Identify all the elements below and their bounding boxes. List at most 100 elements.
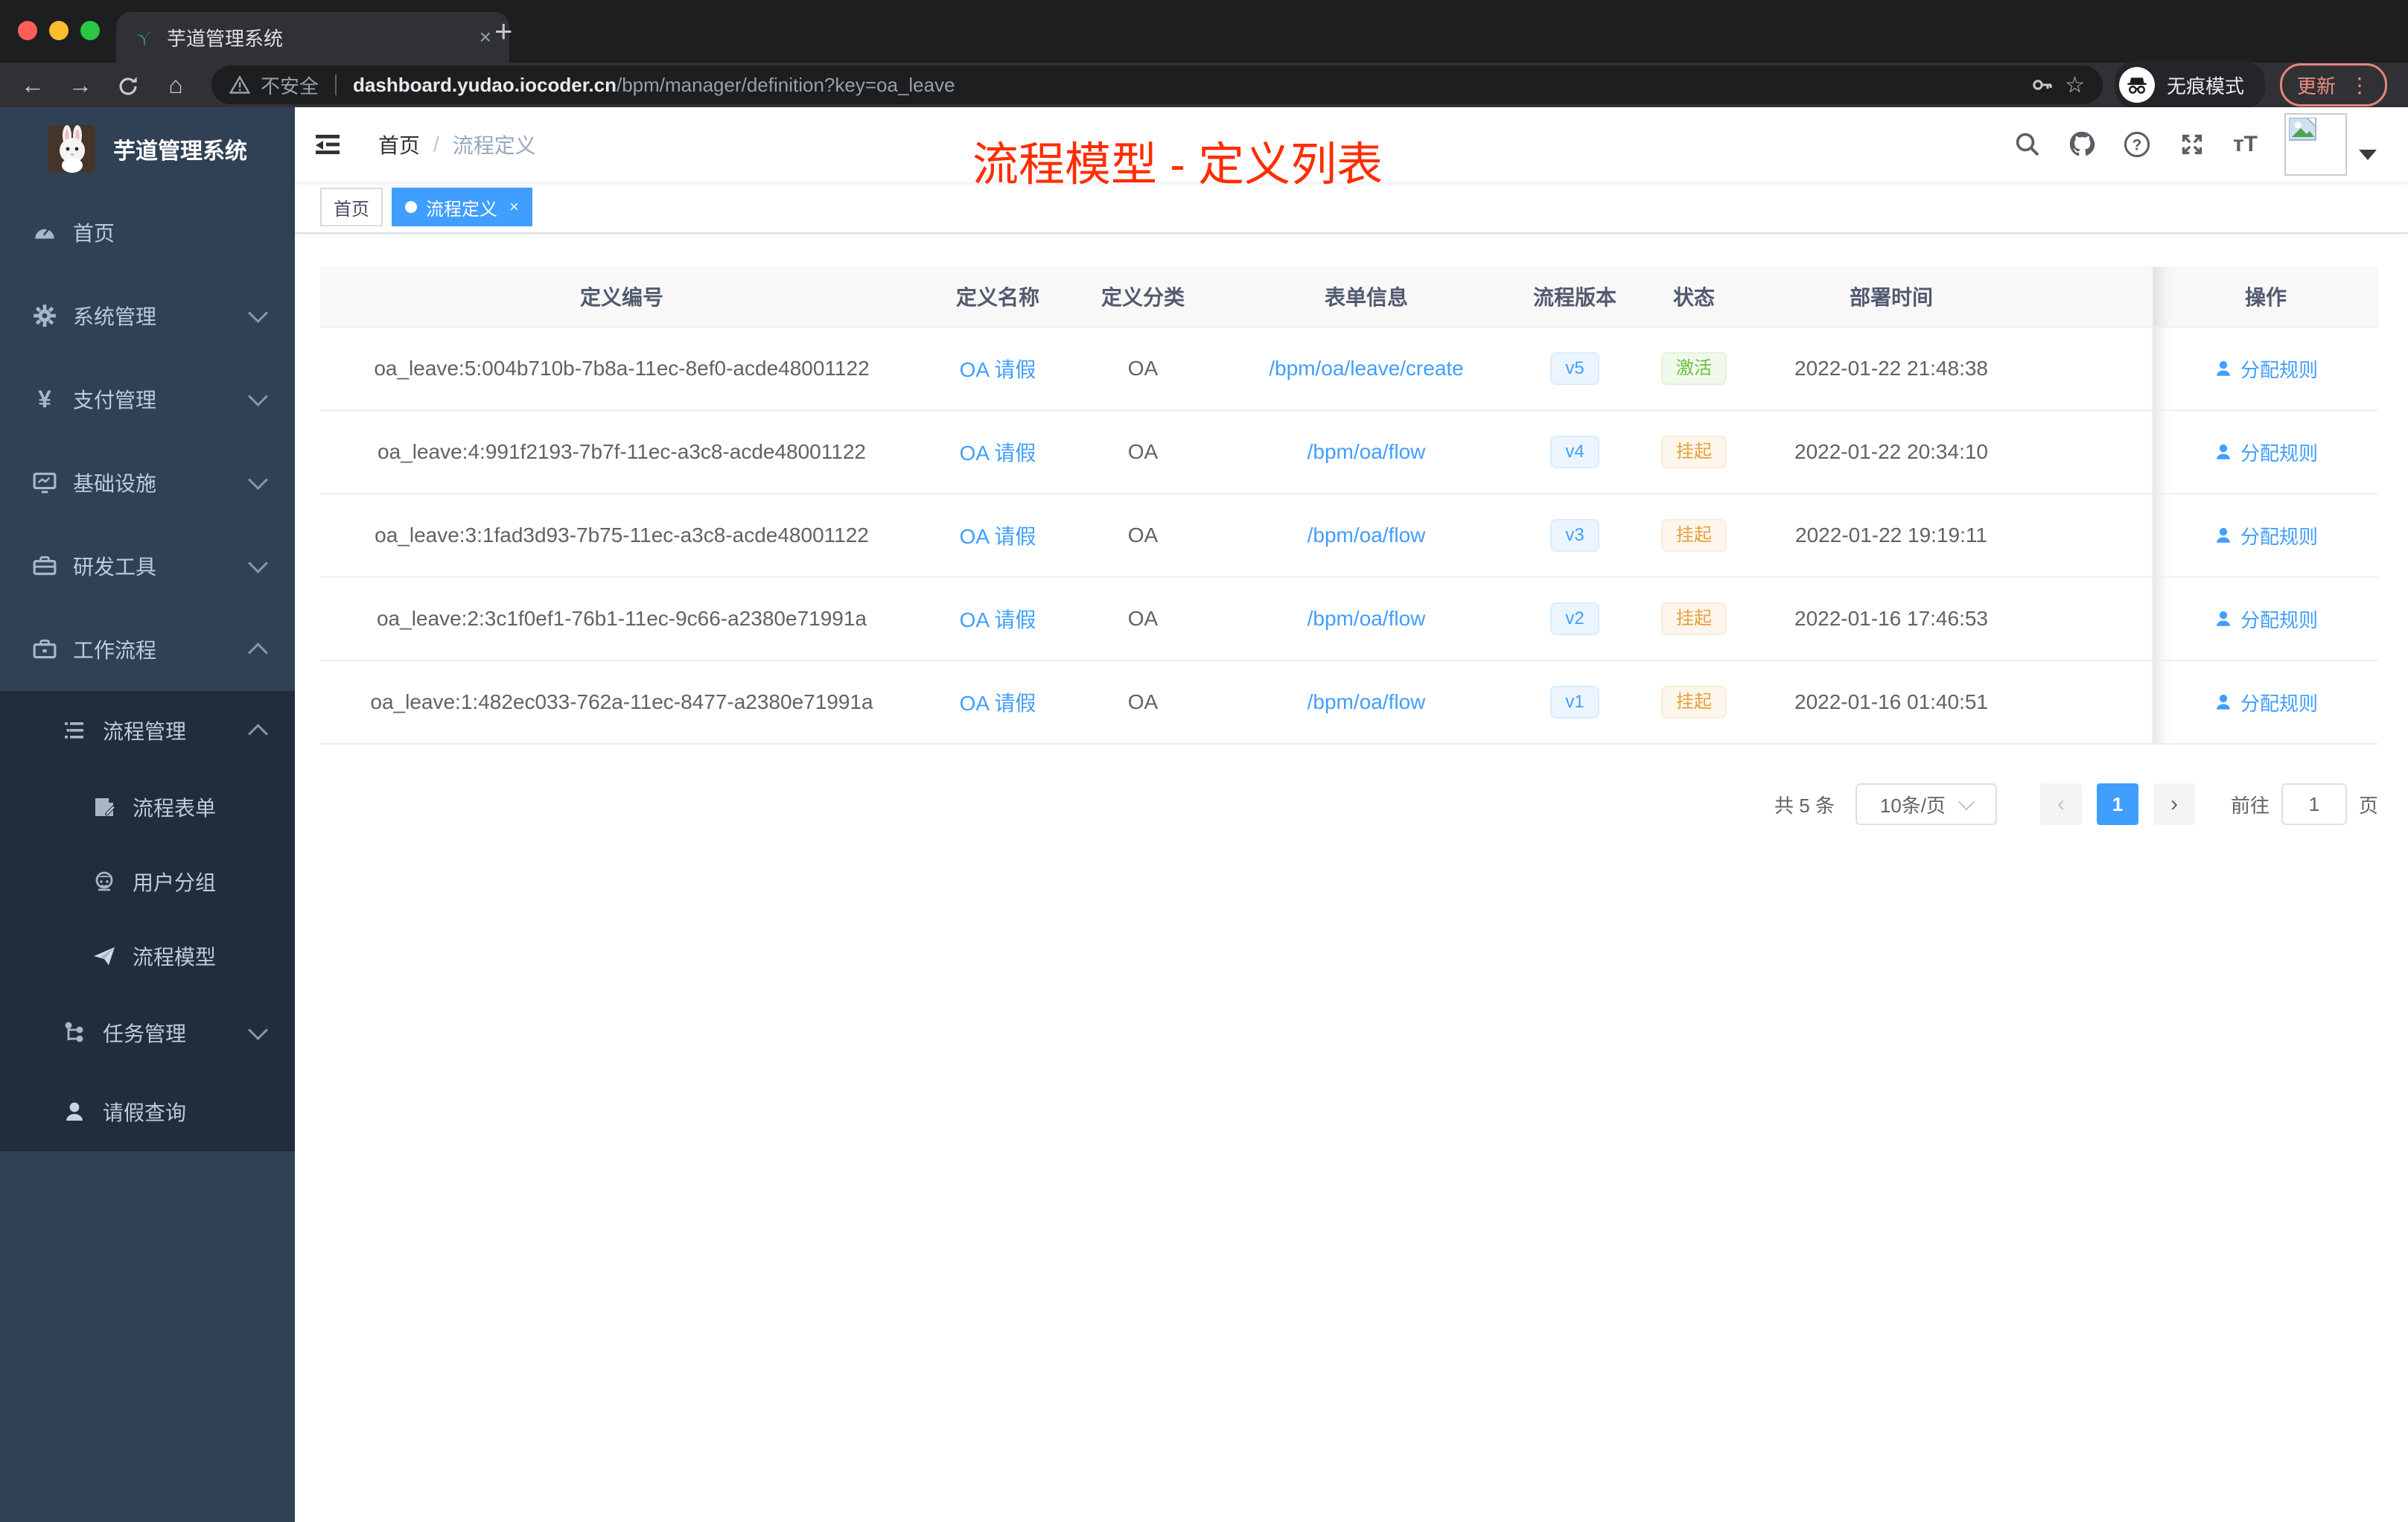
- tag-home[interactable]: 首页: [320, 188, 383, 226]
- assign-rule-label: 分配规则: [2240, 608, 2318, 631]
- sidebar-item-process-management[interactable]: 流程管理: [0, 691, 295, 770]
- sidebar-item-label: 支付管理: [73, 389, 157, 412]
- sidebar-item-user-group[interactable]: 用户分组: [0, 844, 295, 919]
- avatar[interactable]: [2284, 113, 2347, 176]
- close-window-button[interactable]: [18, 21, 37, 40]
- toolbox-icon: [31, 553, 58, 579]
- url-text: dashboard.yudao.iocoder.cn/bpm/manager/d…: [353, 74, 2020, 97]
- cell-filler: [2025, 328, 2152, 410]
- sidebar-item-task-management[interactable]: 任务管理: [0, 993, 295, 1072]
- definition-name-link[interactable]: OA 请假: [960, 520, 1036, 550]
- github-icon[interactable]: [2068, 130, 2096, 159]
- main-area: 首页 / 流程定义 流程模型 - 定义列表 ? ᴛT 首页 流程定义 × 定义编…: [295, 107, 2408, 1522]
- tab-close-icon[interactable]: ×: [480, 25, 491, 49]
- prev-page-button[interactable]: ‹: [2039, 783, 2082, 825]
- assign-rule-button[interactable]: 分配规则: [2214, 689, 2318, 716]
- page-number-button[interactable]: 1: [2096, 783, 2138, 825]
- key-icon[interactable]: [2030, 73, 2054, 97]
- version-badge: v1: [1550, 686, 1599, 719]
- navbar-actions: ? ᴛT: [1987, 107, 2377, 182]
- browser-update-button[interactable]: 更新 ⋮: [2279, 63, 2387, 106]
- maximize-window-button[interactable]: [80, 21, 100, 40]
- assign-rule-button[interactable]: 分配规则: [2214, 439, 2318, 466]
- cell-deploy-time: 2022-01-16 17:46:53: [1794, 607, 1988, 630]
- tag-process-definition[interactable]: 流程定义 ×: [392, 188, 532, 226]
- definition-table: 定义编号 定义名称 定义分类 表单信息 流程版本 状态 部署时间 操作 oa_l…: [320, 267, 2378, 745]
- form-link[interactable]: /bpm/oa/flow: [1307, 607, 1426, 631]
- hamburger-icon[interactable]: [295, 130, 354, 159]
- sidebar-logo[interactable]: 芋道管理系统: [0, 107, 295, 191]
- new-tab-button[interactable]: +: [494, 12, 513, 51]
- search-icon[interactable]: [2014, 131, 2041, 158]
- app-frame: 芋道管理系统 首页 系统管理 ¥ 支付管理 基础设施 研发工具 工作流程 流程管…: [0, 107, 2408, 1522]
- sidebar-item-infrastructure[interactable]: 基础设施: [0, 441, 295, 524]
- cell-definition-id: oa_leave:4:991f2193-7b7f-11ec-a3c8-acde4…: [378, 440, 866, 463]
- sidebar-item-payment[interactable]: ¥ 支付管理: [0, 357, 295, 441]
- not-secure-warning-icon: [229, 75, 250, 95]
- avatar-caret-icon[interactable]: [2359, 150, 2377, 160]
- paper-plane-icon: [91, 944, 118, 968]
- definition-name-link[interactable]: OA 请假: [960, 604, 1036, 634]
- cell-definition-id: oa_leave:3:1fad3d93-7b75-11ec-a3c8-acde4…: [375, 523, 869, 547]
- back-icon[interactable]: ←: [9, 63, 57, 107]
- table-row: oa_leave:1:482ec033-762a-11ec-8477-a2380…: [320, 661, 2378, 745]
- goto-page: 前往 页: [2231, 783, 2378, 825]
- browser-tab[interactable]: 芋道管理系统 ×: [116, 12, 509, 63]
- assign-rule-button[interactable]: 分配规则: [2214, 522, 2318, 550]
- page-content: 定义编号 定义名称 定义分类 表单信息 流程版本 状态 部署时间 操作 oa_l…: [295, 234, 2408, 825]
- sidebar-item-process-model[interactable]: 流程模型: [0, 919, 295, 993]
- status-badge: 挂起: [1661, 519, 1727, 552]
- version-badge: v2: [1550, 602, 1599, 635]
- definition-name-link[interactable]: OA 请假: [960, 687, 1036, 717]
- breadcrumb-home[interactable]: 首页: [378, 130, 420, 159]
- sidebar-item-label: 流程模型: [133, 946, 217, 969]
- tag-label: 首页: [334, 199, 369, 220]
- home-icon[interactable]: ⌂: [152, 63, 200, 107]
- browser-menu-dots-icon[interactable]: ⋮: [2349, 73, 2370, 98]
- page-size-select[interactable]: 10条/页: [1855, 783, 1997, 825]
- goto-page-input[interactable]: [2281, 783, 2347, 825]
- minimize-window-button[interactable]: [49, 21, 69, 40]
- cell-category: OA: [1127, 523, 1159, 547]
- table-header-row: 定义编号 定义名称 定义分类 表单信息 流程版本 状态 部署时间 操作: [320, 267, 2378, 328]
- help-question-icon[interactable]: ?: [2123, 130, 2151, 159]
- form-link[interactable]: /bpm/oa/leave/create: [1269, 357, 1464, 380]
- page-annotation-title: 流程模型 - 定义列表: [972, 139, 1383, 191]
- form-link[interactable]: /bpm/oa/flow: [1307, 523, 1426, 547]
- font-size-icon[interactable]: ᴛT: [2233, 132, 2258, 157]
- col-header-version: 流程版本: [1532, 286, 1617, 309]
- reload-icon[interactable]: [104, 63, 152, 107]
- form-edit-icon: [91, 795, 118, 819]
- table-row: oa_leave:2:3c1f0ef1-76b1-11ec-9c66-a2380…: [320, 578, 2378, 661]
- sidebar-item-process-form[interactable]: 流程表单: [0, 770, 295, 844]
- sidebar-item-devtools[interactable]: 研发工具: [0, 524, 295, 608]
- pagination: 共 5 条 10条/页 ‹ 1 › 前往 页: [320, 783, 2378, 825]
- col-header-action: 操作: [2152, 267, 2378, 326]
- bookmark-star-icon[interactable]: ☆: [2065, 72, 2085, 98]
- svg-text:?: ?: [2133, 137, 2142, 154]
- cell-definition-id: oa_leave:2:3c1f0ef1-76b1-11ec-9c66-a2380…: [376, 607, 867, 630]
- security-label: 不安全: [261, 74, 319, 98]
- sidebar-item-label: 首页: [73, 222, 115, 245]
- sidebar-item-home[interactable]: 首页: [0, 191, 295, 274]
- next-page-button[interactable]: ›: [2153, 783, 2195, 825]
- form-link[interactable]: /bpm/oa/flow: [1307, 690, 1426, 714]
- definition-name-link[interactable]: OA 请假: [960, 437, 1036, 467]
- sidebar-item-label: 任务管理: [103, 1022, 187, 1045]
- cell-category: OA: [1127, 357, 1159, 380]
- form-link[interactable]: /bpm/oa/flow: [1307, 440, 1426, 464]
- forward-icon[interactable]: →: [57, 63, 104, 107]
- fullscreen-icon[interactable]: [2178, 130, 2206, 159]
- assign-rule-button[interactable]: 分配规则: [2214, 605, 2318, 633]
- tag-close-icon[interactable]: ×: [509, 197, 519, 217]
- assign-rule-button[interactable]: 分配规则: [2214, 355, 2318, 383]
- sidebar-item-system[interactable]: 系统管理: [0, 274, 295, 357]
- status-badge: 挂起: [1661, 686, 1727, 719]
- definition-name-link[interactable]: OA 请假: [960, 354, 1036, 383]
- sidebar-item-leave-query[interactable]: 请假查询: [0, 1072, 295, 1151]
- sidebar-item-label: 系统管理: [73, 305, 157, 328]
- tag-label: 流程定义: [426, 199, 497, 220]
- sidebar-item-workflow[interactable]: 工作流程: [0, 608, 295, 691]
- version-badge: v5: [1550, 352, 1599, 385]
- url-bar[interactable]: 不安全 dashboard.yudao.iocoder.cn/bpm/manag…: [211, 66, 2103, 104]
